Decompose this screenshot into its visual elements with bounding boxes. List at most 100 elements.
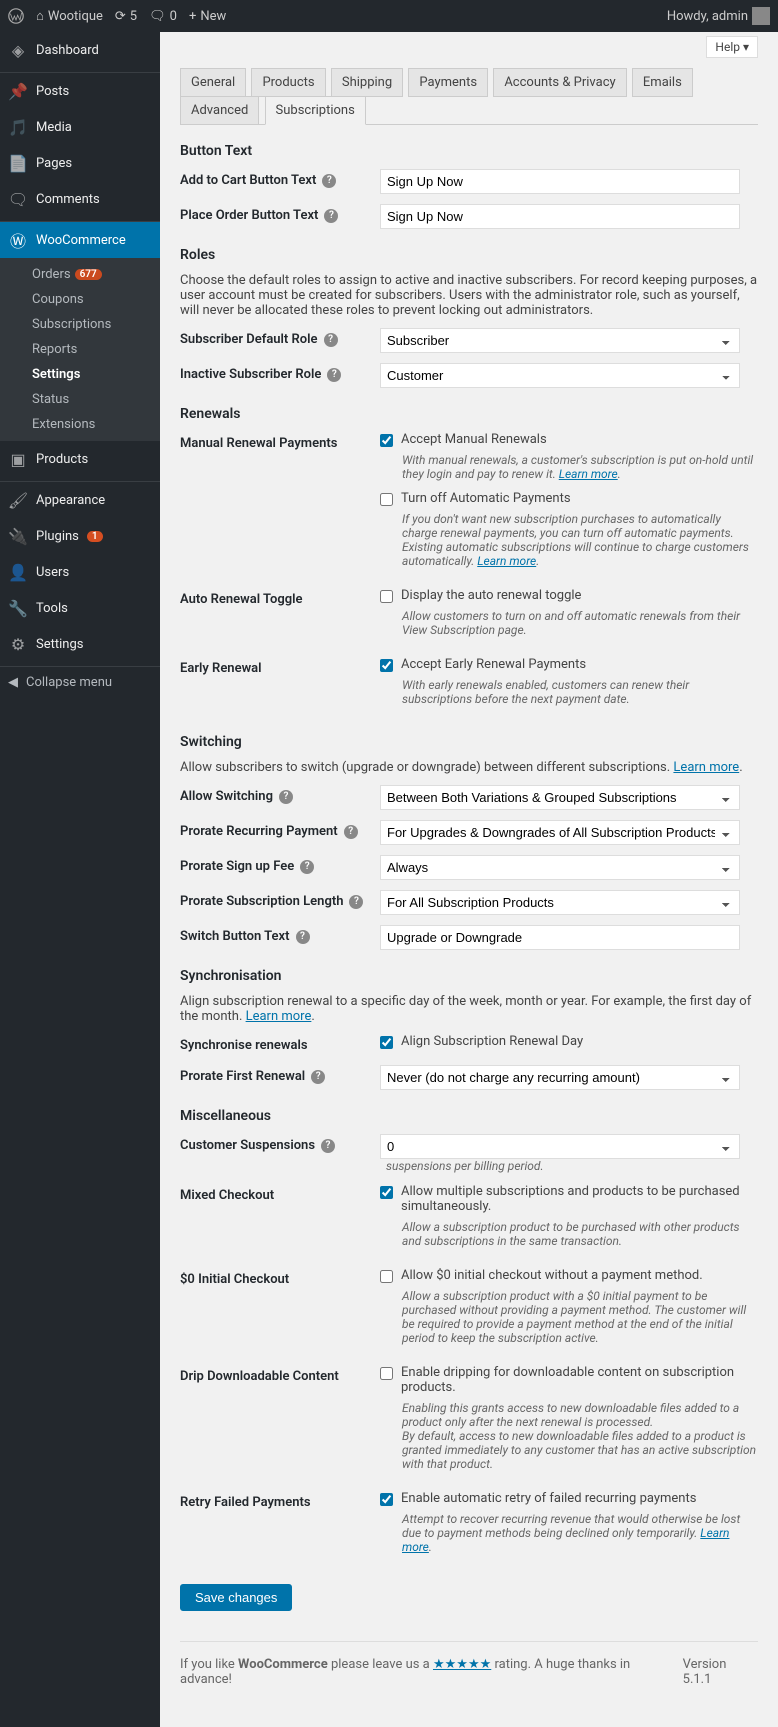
prorate-signup-select[interactable]: Always <box>380 855 740 880</box>
subscriber-default-select[interactable]: Subscriber <box>380 328 740 353</box>
tab-payments[interactable]: Payments <box>408 68 488 97</box>
submenu-status[interactable]: Status <box>0 387 160 412</box>
zero-initial-chk-label: Allow $0 initial checkout without a paym… <box>401 1268 703 1283</box>
tab-general[interactable]: General <box>180 68 246 97</box>
sync-desc: Align subscription renewal to a specific… <box>180 994 758 1024</box>
retry-desc: Attempt to recover recurring revenue tha… <box>402 1512 758 1554</box>
brush-icon: 🖌 <box>8 490 28 510</box>
menu-media[interactable]: 🎵Media <box>0 109 160 145</box>
page-icon: 📄 <box>8 153 28 173</box>
collapse-menu[interactable]: ◀Collapse menu <box>0 667 160 698</box>
menu-plugins[interactable]: 🔌Plugins 1 <box>0 518 160 554</box>
help-tip-icon[interactable]: ? <box>311 1070 325 1084</box>
comments[interactable]: 🗨 0 <box>149 9 177 24</box>
user-icon: 👤 <box>8 562 28 582</box>
my-account[interactable]: Howdy, admin <box>667 7 770 25</box>
save-button[interactable]: Save changes <box>180 1584 292 1611</box>
new-content[interactable]: + New <box>189 9 226 24</box>
wp-logo[interactable] <box>8 8 24 24</box>
prorate-length-select[interactable]: For All Subscription Products <box>380 890 740 915</box>
help-tip-icon[interactable]: ? <box>327 368 341 382</box>
align-renewal-checkbox[interactable] <box>380 1036 393 1049</box>
help-tip-icon[interactable]: ? <box>279 790 293 804</box>
help-tip-icon[interactable]: ? <box>321 1139 335 1153</box>
footer: If you like WooCommerce please leave us … <box>180 1641 758 1687</box>
help-tip-icon[interactable]: ? <box>324 333 338 347</box>
turn-off-desc: If you don't want new subscription purch… <box>402 512 758 568</box>
place-order-input[interactable] <box>380 204 740 229</box>
add-to-cart-input[interactable] <box>380 169 740 194</box>
menu-dashboard[interactable]: ◈Dashboard <box>0 32 160 68</box>
menu-posts[interactable]: 📌Posts <box>0 73 160 109</box>
submenu-extensions[interactable]: Extensions <box>0 412 160 437</box>
display-toggle-checkbox[interactable] <box>380 590 393 603</box>
menu-users[interactable]: 👤Users <box>0 554 160 590</box>
sync-renewals-label: Synchronise renewals <box>180 1034 380 1053</box>
tab-subscriptions[interactable]: Subscriptions <box>265 96 366 125</box>
display-toggle-desc: Allow customers to turn on and off autom… <box>402 609 758 637</box>
menu-pages[interactable]: 📄Pages <box>0 145 160 181</box>
menu-woocommerce[interactable]: ⓌWooCommerce <box>0 222 160 258</box>
learn-more-link[interactable]: Learn more <box>673 760 739 775</box>
drip-checkbox[interactable] <box>380 1367 393 1380</box>
submenu-orders[interactable]: Orders 677 <box>0 262 160 287</box>
updates[interactable]: ⟳ 5 <box>115 9 137 24</box>
inactive-role-select[interactable]: Customer <box>380 363 740 388</box>
submenu-coupons[interactable]: Coupons <box>0 287 160 312</box>
subscriber-default-label: Subscriber Default Role? <box>180 328 380 347</box>
learn-more-link[interactable]: Learn more <box>559 467 618 481</box>
home-icon: ⌂ <box>36 8 44 24</box>
star-rating-link[interactable]: ★★★★★ <box>433 1657 491 1672</box>
submenu-subscriptions[interactable]: Subscriptions <box>0 312 160 337</box>
mixed-checkout-checkbox[interactable] <box>380 1186 393 1199</box>
accept-early-checkbox[interactable] <box>380 659 393 672</box>
switch-button-input[interactable] <box>380 925 740 950</box>
align-renewal-label: Align Subscription Renewal Day <box>401 1034 583 1049</box>
plugins-badge: 1 <box>87 531 103 542</box>
tab-accounts[interactable]: Accounts & Privacy <box>493 68 626 97</box>
prorate-length-label: Prorate Subscription Length? <box>180 890 380 909</box>
footer-version: Version 5.1.1 <box>683 1657 758 1687</box>
help-tip-icon[interactable]: ? <box>296 930 310 944</box>
tab-shipping[interactable]: Shipping <box>331 68 403 97</box>
accept-manual-checkbox[interactable] <box>380 434 393 447</box>
menu-wp-settings[interactable]: ⚙Settings <box>0 626 160 662</box>
accept-manual-label: Accept Manual Renewals <box>401 432 547 447</box>
update-icon: ⟳ <box>115 9 126 24</box>
menu-tools[interactable]: 🔧Tools <box>0 590 160 626</box>
turn-off-auto-label: Turn off Automatic Payments <box>401 491 571 506</box>
zero-initial-label: $0 Initial Checkout <box>180 1268 380 1287</box>
submenu-reports[interactable]: Reports <box>0 337 160 362</box>
tab-advanced[interactable]: Advanced <box>180 96 259 125</box>
help-tip-icon[interactable]: ? <box>322 174 336 188</box>
retry-chk-label: Enable automatic retry of failed recurri… <box>401 1491 696 1506</box>
help-tip-icon[interactable]: ? <box>324 209 338 223</box>
button-text-heading: Button Text <box>180 143 758 159</box>
menu-comments[interactable]: 🗨Comments <box>0 181 160 217</box>
turn-off-auto-checkbox[interactable] <box>380 493 393 506</box>
site-name[interactable]: ⌂ Wootique <box>36 8 103 24</box>
prorate-first-select[interactable]: Never (do not charge any recurring amoun… <box>380 1065 740 1090</box>
woo-icon: Ⓦ <box>8 230 28 250</box>
retry-checkbox[interactable] <box>380 1493 393 1506</box>
prorate-signup-label: Prorate Sign up Fee? <box>180 855 380 874</box>
main-content: Help ▾ General Products Shipping Payment… <box>160 32 778 1727</box>
menu-products[interactable]: ▣Products <box>0 441 160 477</box>
help-tip-icon[interactable]: ? <box>344 825 358 839</box>
zero-initial-checkbox[interactable] <box>380 1270 393 1283</box>
help-tip-icon[interactable]: ? <box>300 860 314 874</box>
help-tip-icon[interactable]: ? <box>349 895 363 909</box>
prorate-recurring-select[interactable]: For Upgrades & Downgrades of All Subscri… <box>380 820 740 845</box>
settings-tabs: General Products Shipping Payments Accou… <box>180 68 758 125</box>
menu-appearance[interactable]: 🖌Appearance <box>0 482 160 518</box>
suspensions-select[interactable]: 0 <box>380 1134 740 1159</box>
plug-icon: 🔌 <box>8 526 28 546</box>
learn-more-link[interactable]: Learn more <box>246 1009 312 1024</box>
tab-products[interactable]: Products <box>251 68 325 97</box>
help-button[interactable]: Help ▾ <box>706 36 758 58</box>
tab-emails[interactable]: Emails <box>632 68 693 97</box>
allow-switching-label: Allow Switching? <box>180 785 380 804</box>
allow-switching-select[interactable]: Between Both Variations & Grouped Subscr… <box>380 785 740 810</box>
submenu-settings[interactable]: Settings <box>0 362 160 387</box>
learn-more-link[interactable]: Learn more <box>477 554 536 568</box>
